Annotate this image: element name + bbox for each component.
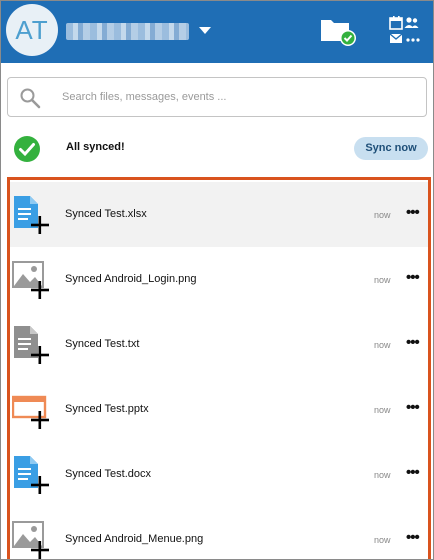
more-options-icon[interactable]: ••• xyxy=(406,400,424,415)
file-name: Synced Android_Menue.png xyxy=(65,533,204,545)
list-item[interactable]: Synced Test.xlsx now ••• xyxy=(10,182,428,247)
file-time: now xyxy=(374,405,391,415)
file-name: Synced Test.docx xyxy=(65,468,152,480)
search-icon xyxy=(20,88,41,109)
image-add-icon xyxy=(12,521,49,559)
image-add-icon xyxy=(12,261,49,299)
file-time: now xyxy=(374,535,391,545)
more-options-icon[interactable]: ••• xyxy=(406,530,424,545)
file-name: Synced Test.pptx xyxy=(65,403,149,415)
file-time: now xyxy=(374,470,391,480)
list-item[interactable]: Synced Test.docx now ••• xyxy=(10,442,428,507)
document-add-icon xyxy=(14,326,49,364)
more-options-icon[interactable]: ••• xyxy=(406,335,424,350)
document-add-icon xyxy=(14,456,49,494)
folder-synced-icon[interactable] xyxy=(319,17,357,47)
search-input[interactable] xyxy=(62,85,412,109)
file-name: Synced Test.txt xyxy=(65,338,140,350)
file-list: Synced Test.xlsx now ••• Synced Android_… xyxy=(7,177,431,559)
avatar[interactable]: AT xyxy=(6,4,58,56)
sync-now-button[interactable]: Sync now xyxy=(354,137,428,160)
account-name-blurred[interactable] xyxy=(66,23,189,40)
app-window: AT Search files, messages, events ... Al… xyxy=(0,0,434,560)
search-box[interactable] xyxy=(7,77,427,117)
document-add-icon xyxy=(14,196,49,234)
file-time: now xyxy=(374,210,391,220)
sync-status-text: All synced! xyxy=(66,141,125,153)
header-bar: AT xyxy=(1,1,433,63)
file-name: Synced Android_Login.png xyxy=(65,273,197,285)
chevron-down-icon[interactable] xyxy=(199,27,211,34)
file-name: Synced Test.xlsx xyxy=(65,208,147,220)
more-options-icon[interactable]: ••• xyxy=(406,465,424,480)
file-time: now xyxy=(374,275,391,285)
calendar-contacts-mail-icon[interactable] xyxy=(387,15,423,47)
check-circle-icon xyxy=(14,136,40,162)
list-item[interactable]: Synced Android_Menue.png now ••• xyxy=(10,507,428,559)
file-time: now xyxy=(374,340,391,350)
list-item[interactable]: Synced Test.pptx now ••• xyxy=(10,377,428,442)
list-item[interactable]: Synced Test.txt now ••• xyxy=(10,312,428,377)
presentation-add-icon xyxy=(12,395,49,429)
more-options-icon[interactable]: ••• xyxy=(406,270,424,285)
more-options-icon[interactable]: ••• xyxy=(406,205,424,220)
list-item[interactable]: Synced Android_Login.png now ••• xyxy=(10,247,428,312)
